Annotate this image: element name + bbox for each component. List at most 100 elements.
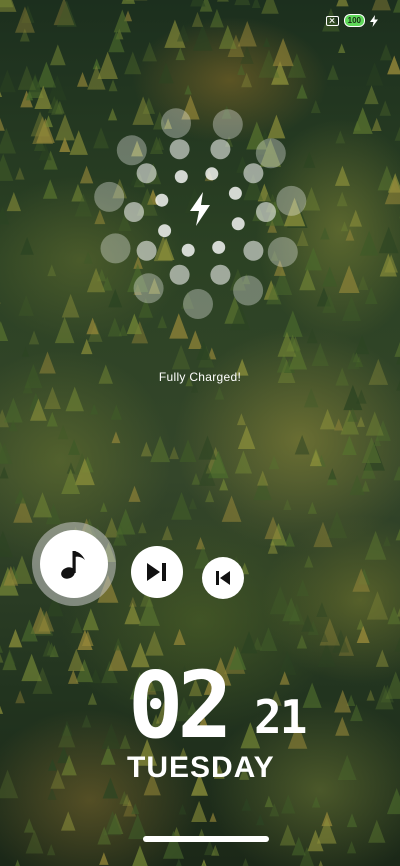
tree-shape [115,508,136,535]
tree-shape [60,811,76,831]
tree-shape [281,794,296,814]
tree-shape [108,30,125,53]
tree-shape [327,64,339,80]
tree-shape [334,165,350,186]
tree-shape [304,555,314,568]
tree-shape [180,291,195,309]
tree-shape [124,51,142,75]
tree-shape [322,266,338,287]
tree-shape [346,694,356,707]
tree-shape [259,627,278,652]
home-indicator[interactable] [143,836,269,842]
tree-shape [171,344,191,370]
tree-shape [269,586,291,615]
tree-shape [214,386,225,400]
tree-shape [190,0,206,7]
tree-shape [111,431,121,444]
tree-shape [65,386,84,412]
tree-shape [357,275,369,291]
tree-shape [279,824,296,846]
tree-shape [179,439,197,463]
tree-shape [83,251,93,264]
tree-shape [346,841,357,854]
tree-shape [218,25,237,49]
tree-shape [346,813,358,828]
tree-shape [394,637,400,652]
tree-shape [0,153,14,181]
tree-shape [364,530,387,560]
tree-shape [48,758,57,771]
tree-shape [140,441,152,457]
tree-shape [153,111,167,130]
tree-shape [234,450,253,474]
next-track-button[interactable] [131,546,183,598]
tree-shape [79,165,94,184]
tree-shape [356,416,365,427]
tree-shape [202,862,206,866]
tree-shape [349,209,363,227]
tree-shape [132,845,148,866]
tree-shape [100,502,108,512]
tree-shape [110,404,123,420]
tree-shape [335,716,350,736]
tree-shape [81,714,92,728]
tree-shape [57,425,69,440]
tree-shape [0,117,5,131]
tree-shape [0,644,3,653]
tree-shape [234,0,251,6]
tree-shape [86,317,99,335]
tree-shape [0,769,19,799]
tree-shape [340,221,349,232]
tree-shape [0,321,9,342]
tree-shape [278,651,297,675]
no-sim-icon [325,15,339,26]
tree-shape [306,328,318,344]
tree-shape [395,528,400,541]
tree-shape [204,169,214,182]
music-button[interactable] [32,522,116,606]
tree-shape [93,127,109,149]
tree-shape [299,268,316,291]
tree-shape [371,117,382,131]
tree-shape [97,51,118,80]
tree-shape [236,155,249,173]
tree-shape [368,819,386,843]
tree-shape [366,591,389,620]
tree-shape [393,0,400,13]
tree-shape [334,689,352,713]
tree-shape [20,236,34,255]
tree-shape [236,413,246,426]
tree-shape [366,689,375,701]
tree-shape [21,653,42,682]
tree-shape [46,844,56,856]
tree-shape [15,859,20,866]
tree-shape [184,84,192,95]
tree-shape [3,397,23,423]
tree-shape [251,0,261,8]
tree-shape [309,450,322,467]
tree-shape [371,0,391,11]
tree-shape [47,264,57,277]
tree-shape [145,163,162,185]
tree-shape [237,21,257,47]
tree-shape [316,602,328,618]
tree-shape [76,71,89,87]
tree-shape [118,213,132,232]
tree-shape [240,631,258,654]
tree-shape [237,425,256,449]
tree-shape [342,435,357,455]
tree-shape [0,301,1,304]
tree-shape [15,167,25,180]
clock-minutes: 21 [254,690,307,744]
tree-shape [28,330,40,345]
tree-shape [282,310,303,337]
previous-track-button[interactable] [202,557,244,599]
tree-shape [148,278,161,294]
tree-shape [90,403,99,415]
skip-next-icon [147,563,166,581]
tree-shape [49,44,66,66]
tree-shape [273,259,286,276]
tree-shape [296,634,308,649]
tree-shape [195,536,206,550]
tree-shape [181,95,200,120]
